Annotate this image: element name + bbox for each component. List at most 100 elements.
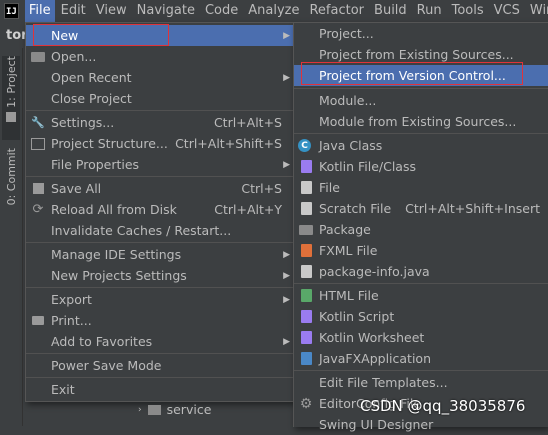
menu-separator [26,176,294,177]
file-menu-save-all-shortcut: Ctrl+S [241,181,282,196]
file-menu-settings[interactable]: 🔧 Settings... Ctrl+Alt+S [26,112,294,133]
reload-icon: ⟳ [32,202,44,217]
new-package[interactable]: Package [294,219,548,240]
menu-separator [294,88,548,89]
file-menu-project-structure-label: Project Structure... [51,136,168,151]
menu-refactor[interactable]: Refactor [305,0,368,22]
version-control-highlight-box [301,62,523,85]
new-java-class-label: Java Class [319,138,383,153]
new-file-label: File [319,180,340,195]
file-menu-export-label: Export [51,292,92,307]
new-scratch-file[interactable]: Scratch File Ctrl+Alt+Shift+Insert [294,198,548,219]
new-module-label: Module... [319,93,377,108]
file-menu-save-all[interactable]: Save All Ctrl+S [26,178,294,199]
new-project[interactable]: Project... [294,23,548,44]
menu-bar: IJ File Edit View Navigate Code Analyze … [0,0,548,22]
file-menu-file-properties[interactable]: File Properties ▶ [26,154,294,175]
file-menu-open[interactable]: Open... [26,46,294,67]
file-menu-settings-shortcut: Ctrl+Alt+S [213,115,282,130]
tool-tab-project[interactable]: 1: Project [2,56,20,140]
file-menu-close-project-label: Close Project [51,91,132,106]
new-swing-ui-designer[interactable]: Swing UI Designer [294,414,548,435]
menu-analyze[interactable]: Analyze [244,0,303,22]
new-kotlin-worksheet[interactable]: Kotlin Worksheet [294,327,548,348]
new-swing-ui-designer-label: Swing UI Designer [319,417,434,432]
file-menu-invalidate-caches[interactable]: Invalidate Caches / Restart... [26,220,294,241]
menu-run[interactable]: Run [413,0,446,22]
submenu-arrow-icon: ▶ [283,159,290,170]
intellij-logo-icon: IJ [4,3,19,19]
file-menu-power-save-mode[interactable]: Power Save Mode [26,355,294,376]
watermark-text: CSDN @qq_38035876 [360,397,526,415]
new-kotlin-file-class[interactable]: Kotlin File/Class [294,156,548,177]
file-menu-reload-all[interactable]: ⟳ Reload All from Disk Ctrl+Alt+Y [26,199,294,220]
new-fxml-file[interactable]: FXML File [294,240,548,261]
folder-icon [6,111,16,122]
file-menu-add-to-favorites-label: Add to Favorites [51,334,153,349]
new-module-from-existing-sources-label: Module from Existing Sources... [319,114,517,129]
menu-file[interactable]: File [24,0,55,22]
menu-view[interactable]: View [92,0,131,22]
submenu-arrow-icon: ▶ [283,30,290,41]
file-menu: New ▶ Open... Open Recent ▶ Close Projec… [25,22,295,402]
submenu-arrow-icon: ▶ [283,336,290,347]
tool-tab-commit[interactable]: 0: Commit [2,148,20,238]
new-html-file[interactable]: HTML File [294,285,548,306]
file-menu-add-to-favorites[interactable]: Add to Favorites ▶ [26,331,294,352]
folder-icon [147,404,161,415]
file-menu-new-projects-settings[interactable]: New Projects Settings ▶ [26,265,294,286]
new-scratch-file-label: Scratch File [319,201,392,216]
open-folder-icon [30,49,46,65]
file-menu-manage-ide-settings-label: Manage IDE Settings [51,247,182,262]
new-package-info[interactable]: package-info.java [294,261,548,282]
new-kotlin-script-label: Kotlin Script [319,309,395,324]
new-java-class[interactable]: C Java Class [294,135,548,156]
java-class-icon: C [298,139,311,152]
file-menu-power-save-mode-label: Power Save Mode [51,358,162,373]
new-file[interactable]: File [294,177,548,198]
submenu-arrow-icon: ▶ [283,294,290,305]
new-javafx-application[interactable]: JavaFXApplication [294,348,548,369]
file-menu-exit[interactable]: Exit [26,379,294,400]
file-menu-open-recent[interactable]: Open Recent ▶ [26,67,294,88]
gear-icon: ⚙ [299,395,313,412]
file-menu-invalidate-caches-label: Invalidate Caches / Restart... [51,223,232,238]
new-edit-file-templates-label: Edit File Templates... [319,375,448,390]
new-module[interactable]: Module... [294,90,548,111]
menu-vcs[interactable]: VCS [490,0,524,22]
new-highlight-box [33,24,169,46]
menu-window[interactable]: Winc [526,0,548,22]
menu-edit[interactable]: Edit [57,0,90,22]
file-menu-exit-label: Exit [51,382,75,397]
menu-separator [294,370,548,371]
new-project-from-existing-sources-label: Project from Existing Sources... [319,47,514,62]
file-menu-close-project[interactable]: Close Project [26,88,294,109]
new-edit-file-templates[interactable]: Edit File Templates... [294,372,548,393]
menu-build[interactable]: Build [370,0,411,22]
file-menu-print[interactable]: Print... [26,310,294,331]
menu-navigate[interactable]: Navigate [133,0,199,22]
menu-separator [26,242,294,243]
new-package-info-label: package-info.java [319,264,430,279]
menu-tools[interactable]: Tools [448,0,488,22]
tool-tab-project-label: 1: Project [4,56,18,108]
file-menu-export[interactable]: Export ▶ [26,289,294,310]
javafx-app-icon [298,351,314,367]
package-info-icon [298,264,314,280]
new-kotlin-script[interactable]: Kotlin Script [294,306,548,327]
new-scratch-file-shortcut: Ctrl+Alt+Shift+Insert [405,201,540,216]
tree-row-service[interactable]: › service [138,402,211,417]
file-menu-file-properties-label: File Properties [51,157,140,172]
submenu-arrow-icon: ▶ [283,72,290,83]
new-module-from-existing-sources[interactable]: Module from Existing Sources... [294,111,548,132]
file-menu-project-structure[interactable]: Project Structure... Ctrl+Alt+Shift+S [26,133,294,154]
tool-tab-commit-label: 0: Commit [4,148,18,206]
wrench-icon: 🔧 [31,116,45,129]
kotlin-file-icon [298,159,314,175]
fxml-file-icon [298,243,314,259]
file-icon [298,180,314,196]
new-kotlin-worksheet-label: Kotlin Worksheet [319,330,425,345]
file-menu-manage-ide-settings[interactable]: Manage IDE Settings ▶ [26,244,294,265]
menu-separator [26,377,294,378]
menu-code[interactable]: Code [201,0,242,22]
